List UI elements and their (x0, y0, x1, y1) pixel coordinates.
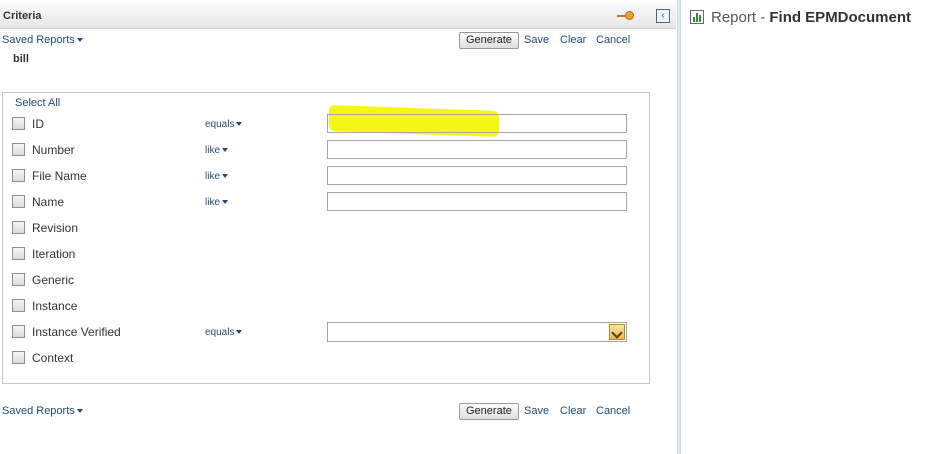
operator-dropdown[interactable]: equals (205, 327, 243, 338)
pin-icon[interactable] (617, 11, 635, 21)
checkbox-iteration[interactable] (12, 247, 25, 260)
chevron-down-icon (76, 409, 83, 414)
cancel-link[interactable]: Cancel (596, 34, 630, 46)
generate-button[interactable]: Generate (459, 32, 519, 49)
report-prefix: Report - (711, 9, 770, 26)
generate-button[interactable]: Generate (459, 403, 519, 420)
clear-link[interactable]: Clear (560, 34, 586, 46)
row-label: Iteration (32, 247, 76, 261)
criteria-row-instance-verified: Instance Verified equals (0, 322, 676, 343)
chevron-down-icon (236, 330, 243, 335)
checkbox-context[interactable] (12, 351, 25, 364)
criteria-row-file-name: File Name like (0, 166, 676, 187)
checkbox-generic[interactable] (12, 273, 25, 286)
chevron-down-icon (222, 148, 229, 153)
checkbox-revision[interactable] (12, 221, 25, 234)
name-input[interactable] (327, 192, 627, 211)
checkbox-instance-verified[interactable] (12, 325, 25, 338)
saved-reports-label: Saved Reports (2, 34, 75, 46)
criteria-row-revision: Revision (0, 219, 676, 239)
criteria-row-instance: Instance (0, 297, 676, 317)
chevron-down-icon (222, 174, 229, 179)
criteria-row-iteration: Iteration (0, 245, 676, 265)
criteria-row-name: Name like (0, 192, 676, 213)
chevron-down-icon (222, 200, 229, 205)
chevron-down-icon (76, 38, 83, 43)
row-label: ID (32, 117, 44, 131)
row-label: Revision (32, 221, 79, 235)
save-link[interactable]: Save (524, 405, 549, 417)
cancel-link[interactable]: Cancel (596, 405, 630, 417)
operator-dropdown[interactable]: like (205, 171, 229, 182)
checkbox-number[interactable] (12, 143, 25, 156)
row-label: File Name (32, 169, 87, 183)
operator-dropdown[interactable]: like (205, 197, 229, 208)
row-label: Context (32, 351, 74, 365)
chevron-down-icon (236, 122, 243, 127)
criteria-row-generic: Generic (0, 271, 676, 291)
number-input[interactable] (327, 140, 627, 159)
row-label: Generic (32, 273, 75, 287)
collapse-panel-icon[interactable]: ‹ (656, 9, 670, 23)
criteria-row-id: ID equals (0, 114, 676, 135)
criteria-title: Criteria (3, 10, 42, 22)
row-label: Instance (32, 299, 78, 313)
row-label: Number (32, 143, 75, 157)
criteria-panel: Criteria ‹ Saved Reports Generate Save C… (0, 0, 676, 454)
file-name-input[interactable] (327, 166, 627, 185)
dropdown-arrow-icon[interactable] (609, 324, 625, 340)
checkbox-id[interactable] (12, 117, 25, 130)
saved-reports-menu-bottom[interactable]: Saved Reports (2, 405, 83, 417)
save-link[interactable]: Save (524, 34, 549, 46)
operator-dropdown[interactable]: equals (205, 119, 243, 130)
instance-verified-select[interactable] (327, 322, 627, 342)
panel-splitter[interactable] (677, 0, 681, 454)
saved-reports-label: Saved Reports (2, 405, 75, 417)
checkbox-name[interactable] (12, 195, 25, 208)
operator-dropdown[interactable]: like (205, 145, 229, 156)
checkbox-instance[interactable] (12, 299, 25, 312)
report-chart-icon (690, 10, 704, 24)
checkbox-file-name[interactable] (12, 169, 25, 182)
select-all-link[interactable]: Select All (15, 97, 60, 109)
row-label: Name (32, 195, 65, 209)
saved-reports-menu-top[interactable]: Saved Reports (2, 34, 83, 46)
id-input[interactable] (327, 114, 627, 133)
criteria-row-number: Number like (0, 140, 676, 161)
row-label: Instance Verified (32, 325, 121, 339)
report-title: Find EPMDocument (769, 9, 912, 26)
owner-value: bill (13, 53, 29, 65)
report-header: Report - Find EPMDocument (711, 9, 911, 26)
criteria-row-context: Context (0, 349, 676, 369)
clear-link[interactable]: Clear (560, 405, 586, 417)
criteria-title-bar: Criteria ‹ (0, 4, 676, 29)
